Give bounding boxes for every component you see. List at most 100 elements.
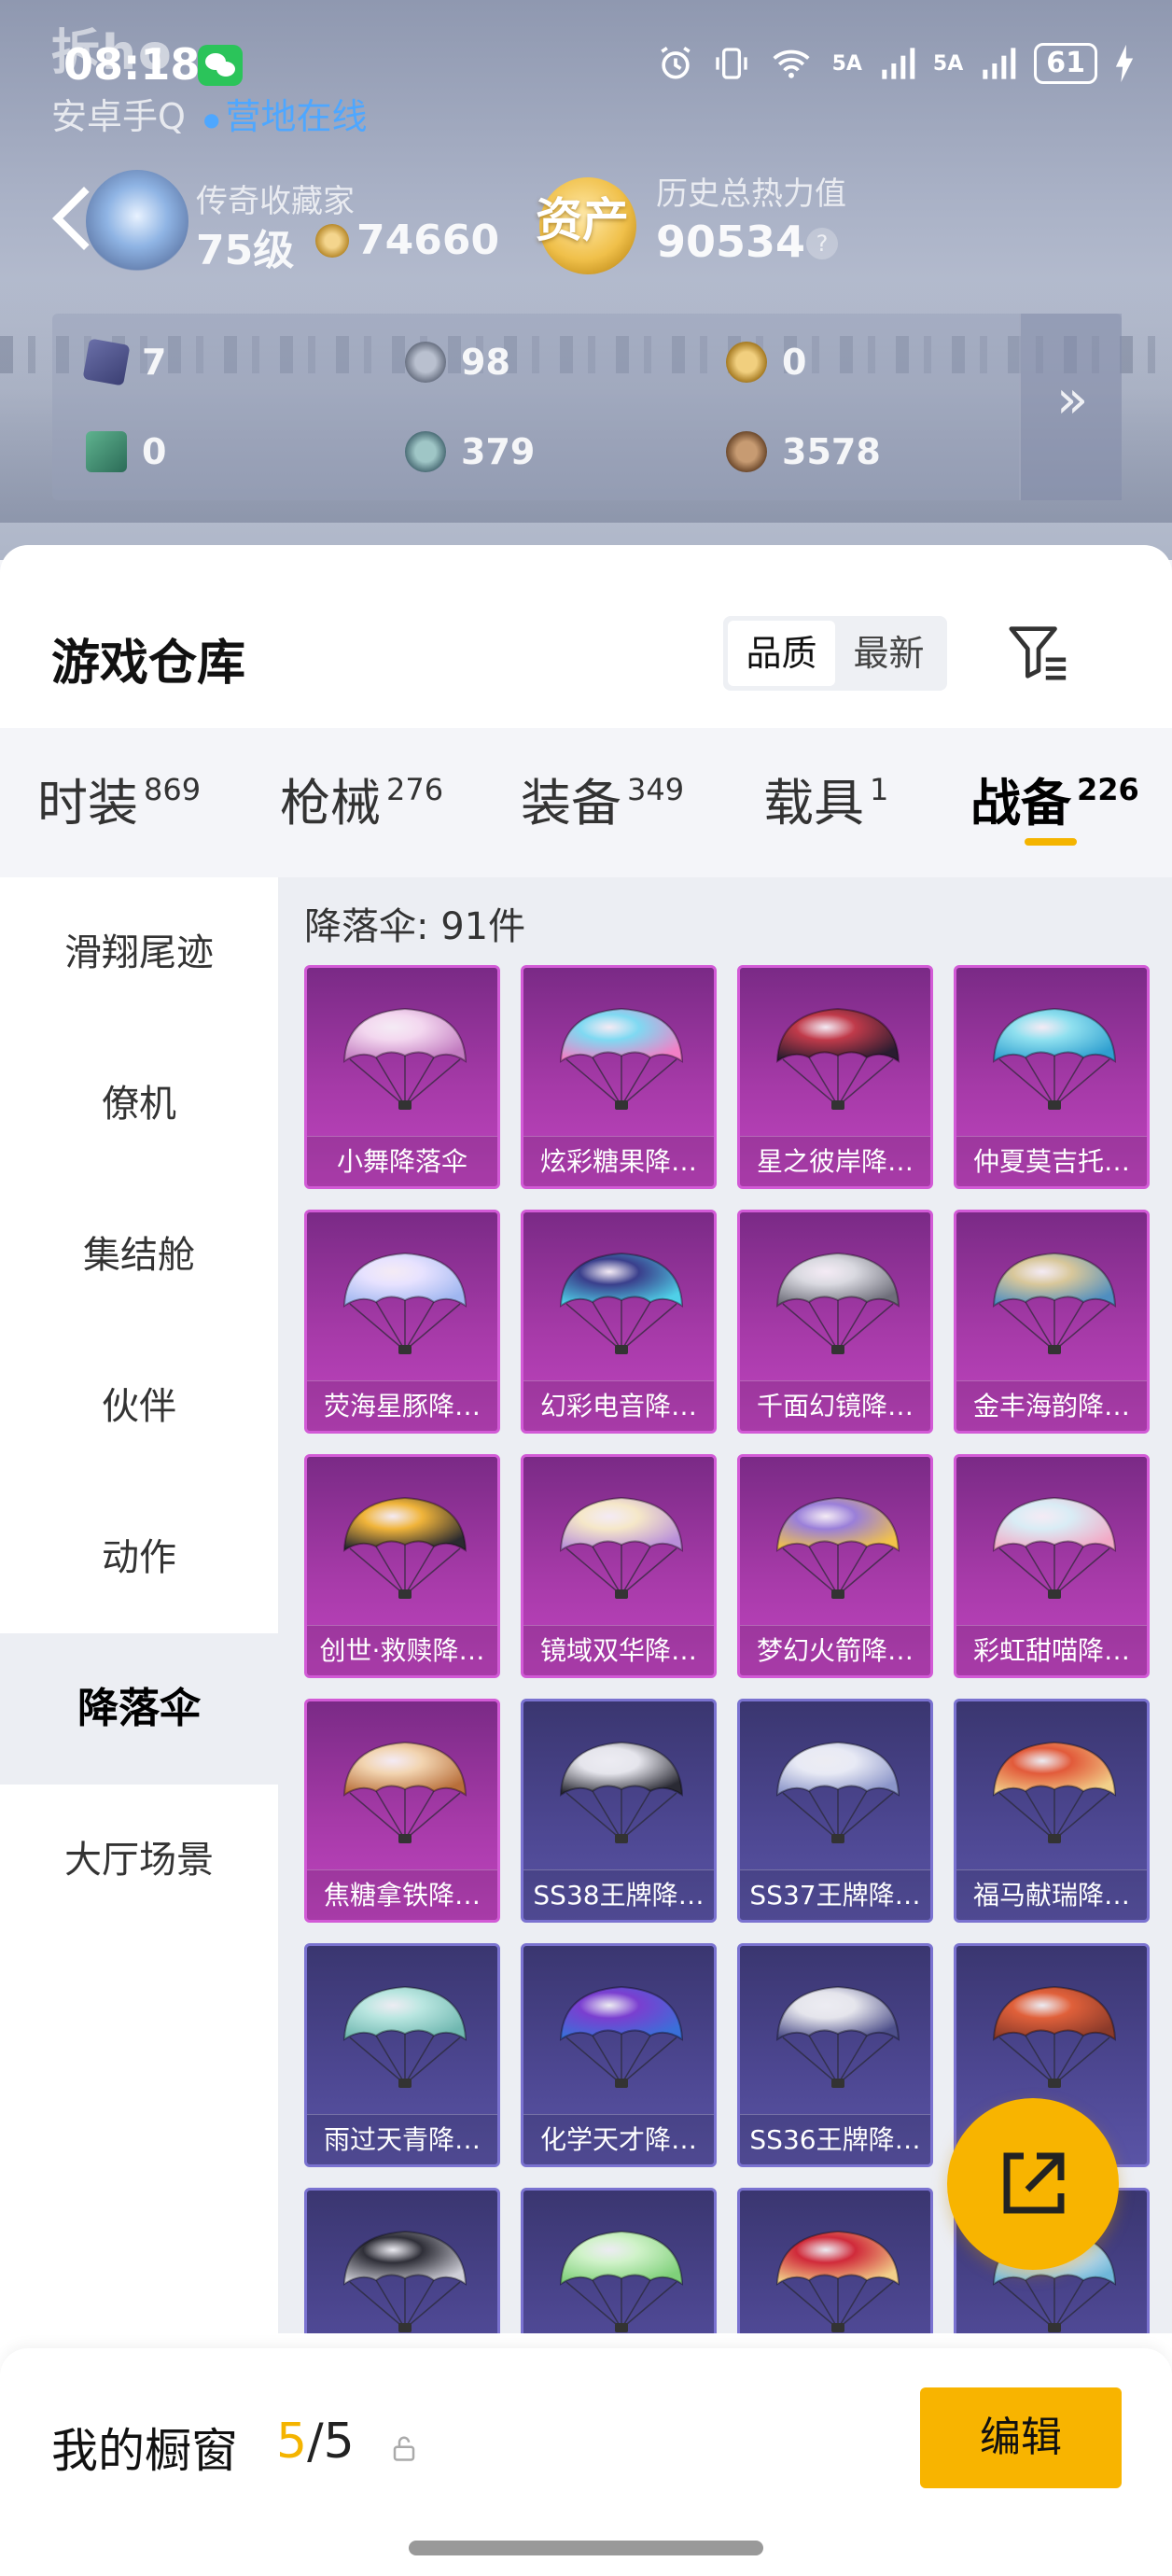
alarm-icon xyxy=(660,46,691,79)
tab-label: 装备 xyxy=(521,774,621,833)
showcase-current: 5 xyxy=(276,2414,308,2470)
filter-icon[interactable] xyxy=(1006,620,1071,685)
item-card[interactable]: 化学天才降… xyxy=(521,1943,717,2167)
rank-title: 传奇收藏家 xyxy=(196,183,355,220)
category-tabs: 时装 869 枪械 276 装备 349 载具 1 战备 226 xyxy=(0,728,1172,877)
sort-quality-tab[interactable]: 品质 xyxy=(728,621,835,686)
back-button[interactable] xyxy=(49,183,105,248)
item-card[interactable]: 彩虹甜喵降… xyxy=(954,1454,1150,1678)
item-card[interactable]: 炫彩糖果降… xyxy=(521,965,717,1189)
stat-value: 3578 xyxy=(782,431,881,472)
parachute-icon xyxy=(559,1496,684,1599)
item-name: 荧海星豚降… xyxy=(307,1380,497,1431)
asset-label: 资产 xyxy=(536,193,629,247)
tab-equipment[interactable]: 装备 349 xyxy=(521,762,684,835)
item-name: 幻彩电音降… xyxy=(523,1380,714,1431)
item-card[interactable]: 星之彼岸降… xyxy=(737,965,933,1189)
signal-icon xyxy=(882,48,915,79)
stat-item: 379 xyxy=(405,431,535,472)
showcase-label: 我的橱窗 xyxy=(51,2424,238,2478)
sidebar-item-trail[interactable]: 滑翔尾迹 xyxy=(0,877,278,1029)
stat-item: 7 xyxy=(82,338,166,386)
tab-vehicles[interactable]: 载具 1 xyxy=(763,762,888,835)
stat-value: 379 xyxy=(461,431,536,472)
card-icon xyxy=(82,338,131,386)
home-indicator[interactable] xyxy=(409,2541,763,2555)
item-card[interactable]: 千面幻镜降… xyxy=(737,1210,933,1434)
wifi-icon xyxy=(773,49,810,78)
item-card[interactable]: 幻彩电音降… xyxy=(521,1210,717,1434)
item-card[interactable]: SS38王牌降… xyxy=(521,1699,717,1923)
subcategory-sidebar: 滑翔尾迹 僚机 集结舱 伙伴 动作 降落伞 大厅场景 xyxy=(0,877,278,2464)
item-card[interactable]: 梦幻火箭降… xyxy=(737,1454,933,1678)
item-count-label: 降落伞: 91件 xyxy=(304,905,526,948)
stat-item: 0 xyxy=(726,342,806,383)
item-card[interactable]: 雨过天青降… xyxy=(304,1943,500,2167)
item-card[interactable]: 荧海星豚降… xyxy=(304,1210,500,1434)
signal-label-2: 5A xyxy=(932,51,964,76)
item-card[interactable]: 焦糖拿铁降… xyxy=(304,1699,500,1923)
tab-label: 载具 xyxy=(763,774,864,833)
tab-supplies[interactable]: 战备 226 xyxy=(970,762,1139,835)
tab-count: 276 xyxy=(386,772,444,807)
tab-fashion[interactable]: 时装 869 xyxy=(37,762,201,835)
heat-value: 90534 xyxy=(656,217,806,267)
wechat-icon xyxy=(198,45,243,86)
sidebar-item-emote[interactable]: 动作 xyxy=(0,1482,278,1633)
parachute-icon xyxy=(992,1496,1117,1599)
item-name: 福马献瑞降… xyxy=(956,1869,1147,1920)
item-name: 焦糖拿铁降… xyxy=(307,1869,497,1920)
edit-button[interactable]: 编辑 xyxy=(920,2387,1122,2488)
item-card[interactable] xyxy=(737,2188,933,2333)
showcase-bar: 我的橱窗 5/5 编辑 xyxy=(0,2348,1172,2576)
parachute-icon xyxy=(559,1985,684,2088)
active-tab-indicator xyxy=(1025,838,1077,846)
parachute-icon xyxy=(342,1741,467,1843)
sidebar-item-parachute[interactable]: 降落伞 xyxy=(0,1633,278,1785)
parachute-icon xyxy=(775,1007,900,1110)
tab-count: 349 xyxy=(627,772,685,807)
parachute-icon xyxy=(992,1985,1117,2088)
item-card[interactable]: SS37王牌降… xyxy=(737,1699,933,1923)
stat-item: 0 xyxy=(86,431,166,472)
currency-stats-panel: 7 98 0 0 379 3578 xyxy=(52,314,1122,500)
item-card[interactable] xyxy=(521,2188,717,2333)
item-card[interactable]: SS36王牌降… xyxy=(737,1943,933,2167)
item-card[interactable] xyxy=(304,2188,500,2333)
player-level: 75级 xyxy=(196,227,295,274)
sidebar-item-pod[interactable]: 集结舱 xyxy=(0,1180,278,1331)
item-name: 仲夏莫吉托… xyxy=(956,1136,1147,1186)
parachute-icon xyxy=(775,1741,900,1843)
item-name: 千面幻镜降… xyxy=(740,1380,930,1431)
item-name: SS38王牌降… xyxy=(523,1869,714,1920)
parachute-icon xyxy=(342,2230,467,2332)
sort-toggle: 品质 最新 xyxy=(723,616,947,691)
item-card[interactable]: 金丰海韵降… xyxy=(954,1210,1150,1434)
sort-newest-tab[interactable]: 最新 xyxy=(835,621,942,686)
share-button[interactable] xyxy=(947,2098,1119,2270)
help-icon[interactable]: ? xyxy=(806,228,838,259)
status-icons: 5A 5A 61 xyxy=(655,43,1135,84)
sidebar-item-companion[interactable]: 伙伴 xyxy=(0,1331,278,1482)
parachute-icon xyxy=(775,1985,900,2088)
stats-expand-button[interactable] xyxy=(1019,314,1122,500)
teal-coin-icon xyxy=(405,431,446,472)
item-card[interactable]: 创世·救赎降… xyxy=(304,1454,500,1678)
share-icon xyxy=(1003,2152,1065,2214)
item-name: 彩虹甜喵降… xyxy=(956,1625,1147,1675)
warehouse-sheet: 游戏仓库 品质 最新 时装 869 枪械 276 装备 349 载具 1 战备 226 滑… xyxy=(0,545,1172,2576)
item-card[interactable]: 仲夏莫吉托… xyxy=(954,965,1150,1189)
parachute-icon xyxy=(342,1252,467,1354)
profile-header: 拆ho 08:18 5A 5A 61 安卓手Q 营地在线 传奇收藏家 75级 7… xyxy=(0,0,1172,560)
signal-icon-2 xyxy=(983,48,1016,79)
sidebar-item-wingman[interactable]: 僚机 xyxy=(0,1029,278,1180)
item-name: 镜域双华降… xyxy=(523,1625,714,1675)
parachute-icon xyxy=(342,1007,467,1110)
parachute-icon xyxy=(775,2230,900,2332)
sidebar-item-lobby[interactable]: 大厅场景 xyxy=(0,1785,278,1936)
charging-icon xyxy=(1115,44,1134,83)
item-card[interactable]: 镜域双华降… xyxy=(521,1454,717,1678)
tab-weapons[interactable]: 枪械 276 xyxy=(280,762,443,835)
item-card[interactable]: 小舞降落伞 xyxy=(304,965,500,1189)
item-card[interactable]: 福马献瑞降… xyxy=(954,1699,1150,1923)
